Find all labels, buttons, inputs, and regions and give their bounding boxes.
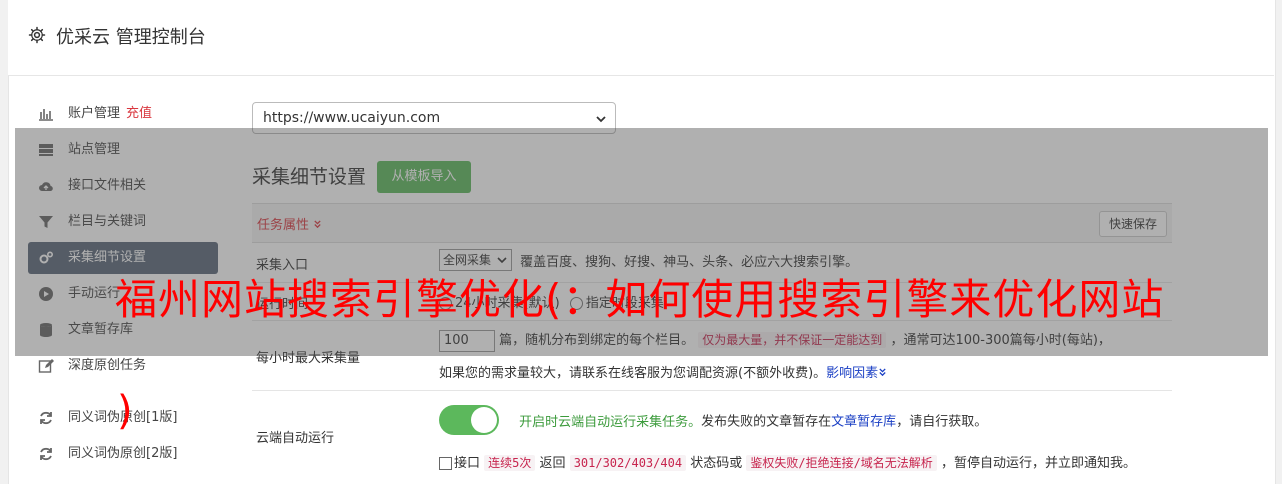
sidebar-item-account[interactable]: 账户管理 充值 (28, 98, 218, 130)
sidebar-item-label: 深度原创任务 (68, 358, 147, 373)
cloud-text2: ，请自行获取。 (896, 414, 988, 430)
overlay-headline: 福州网站搜索引擎优化(：如何使用搜索引擎来优化网站 (115, 275, 1165, 324)
site-select-value: https://www.ucaiyun.com (263, 110, 441, 126)
sidebar-item-label: 账户管理 (68, 106, 121, 121)
recharge-link[interactable]: 充值 (126, 106, 152, 121)
auth-failure-code: 鉴权失败/拒绝连接/域名无法解析 (746, 455, 937, 471)
row-cloud-auto-run: 云端自动运行 开启时云端自动运行采集任务。发布失败的文章暂存在文章暂存库，请自行… (252, 390, 1172, 480)
influence-factors-label: 影响因素 (826, 366, 879, 381)
chevron-down-icon (596, 116, 606, 123)
consecutive-code: 连续5次 (484, 455, 536, 471)
sidebar-item-synonym-v2[interactable]: 同义词伪原创[2版] (28, 438, 218, 470)
gear-icon (28, 26, 46, 44)
pause-on-error-checkbox[interactable] (439, 457, 452, 470)
status-codes-code: 301/302/403/404 (569, 455, 687, 471)
refresh-icon (40, 411, 52, 425)
hourly-text3: 如果您的需求量较大，请联系在线客服为您调配资源(不额外收费)。 (439, 366, 827, 381)
check-mid1: 返回 (539, 456, 566, 471)
edit-icon (38, 359, 54, 373)
article-store-link[interactable]: 文章暂存库 (831, 415, 896, 430)
double-chevron-down-icon (879, 368, 886, 377)
cloud-toggle-text: 开启时云端自动运行采集任务。 (519, 414, 702, 430)
refresh-icon (40, 447, 52, 461)
bar-chart-icon (39, 109, 53, 121)
toggle-knob (471, 407, 497, 433)
check-tail: ，暂停自动运行，并立即通知我。 (940, 456, 1136, 471)
page-header: 优采云 管理控制台 (8, 0, 1274, 76)
influence-factors-link[interactable]: 影响因素 (826, 366, 887, 381)
check-mid2: 状态码或 (690, 456, 743, 471)
check-prefix: 接口 (454, 456, 481, 471)
cloud-text1: 发布失败的文章暂存在 (701, 414, 832, 430)
cloud-auto-run-toggle[interactable] (439, 405, 499, 435)
sidebar-item-label: 同义词伪原创[2版] (68, 446, 178, 461)
page-title: 优采云 管理控制台 (56, 27, 206, 48)
row-label: 云端自动运行 (256, 431, 335, 446)
overlay-paren: ) (117, 388, 133, 434)
